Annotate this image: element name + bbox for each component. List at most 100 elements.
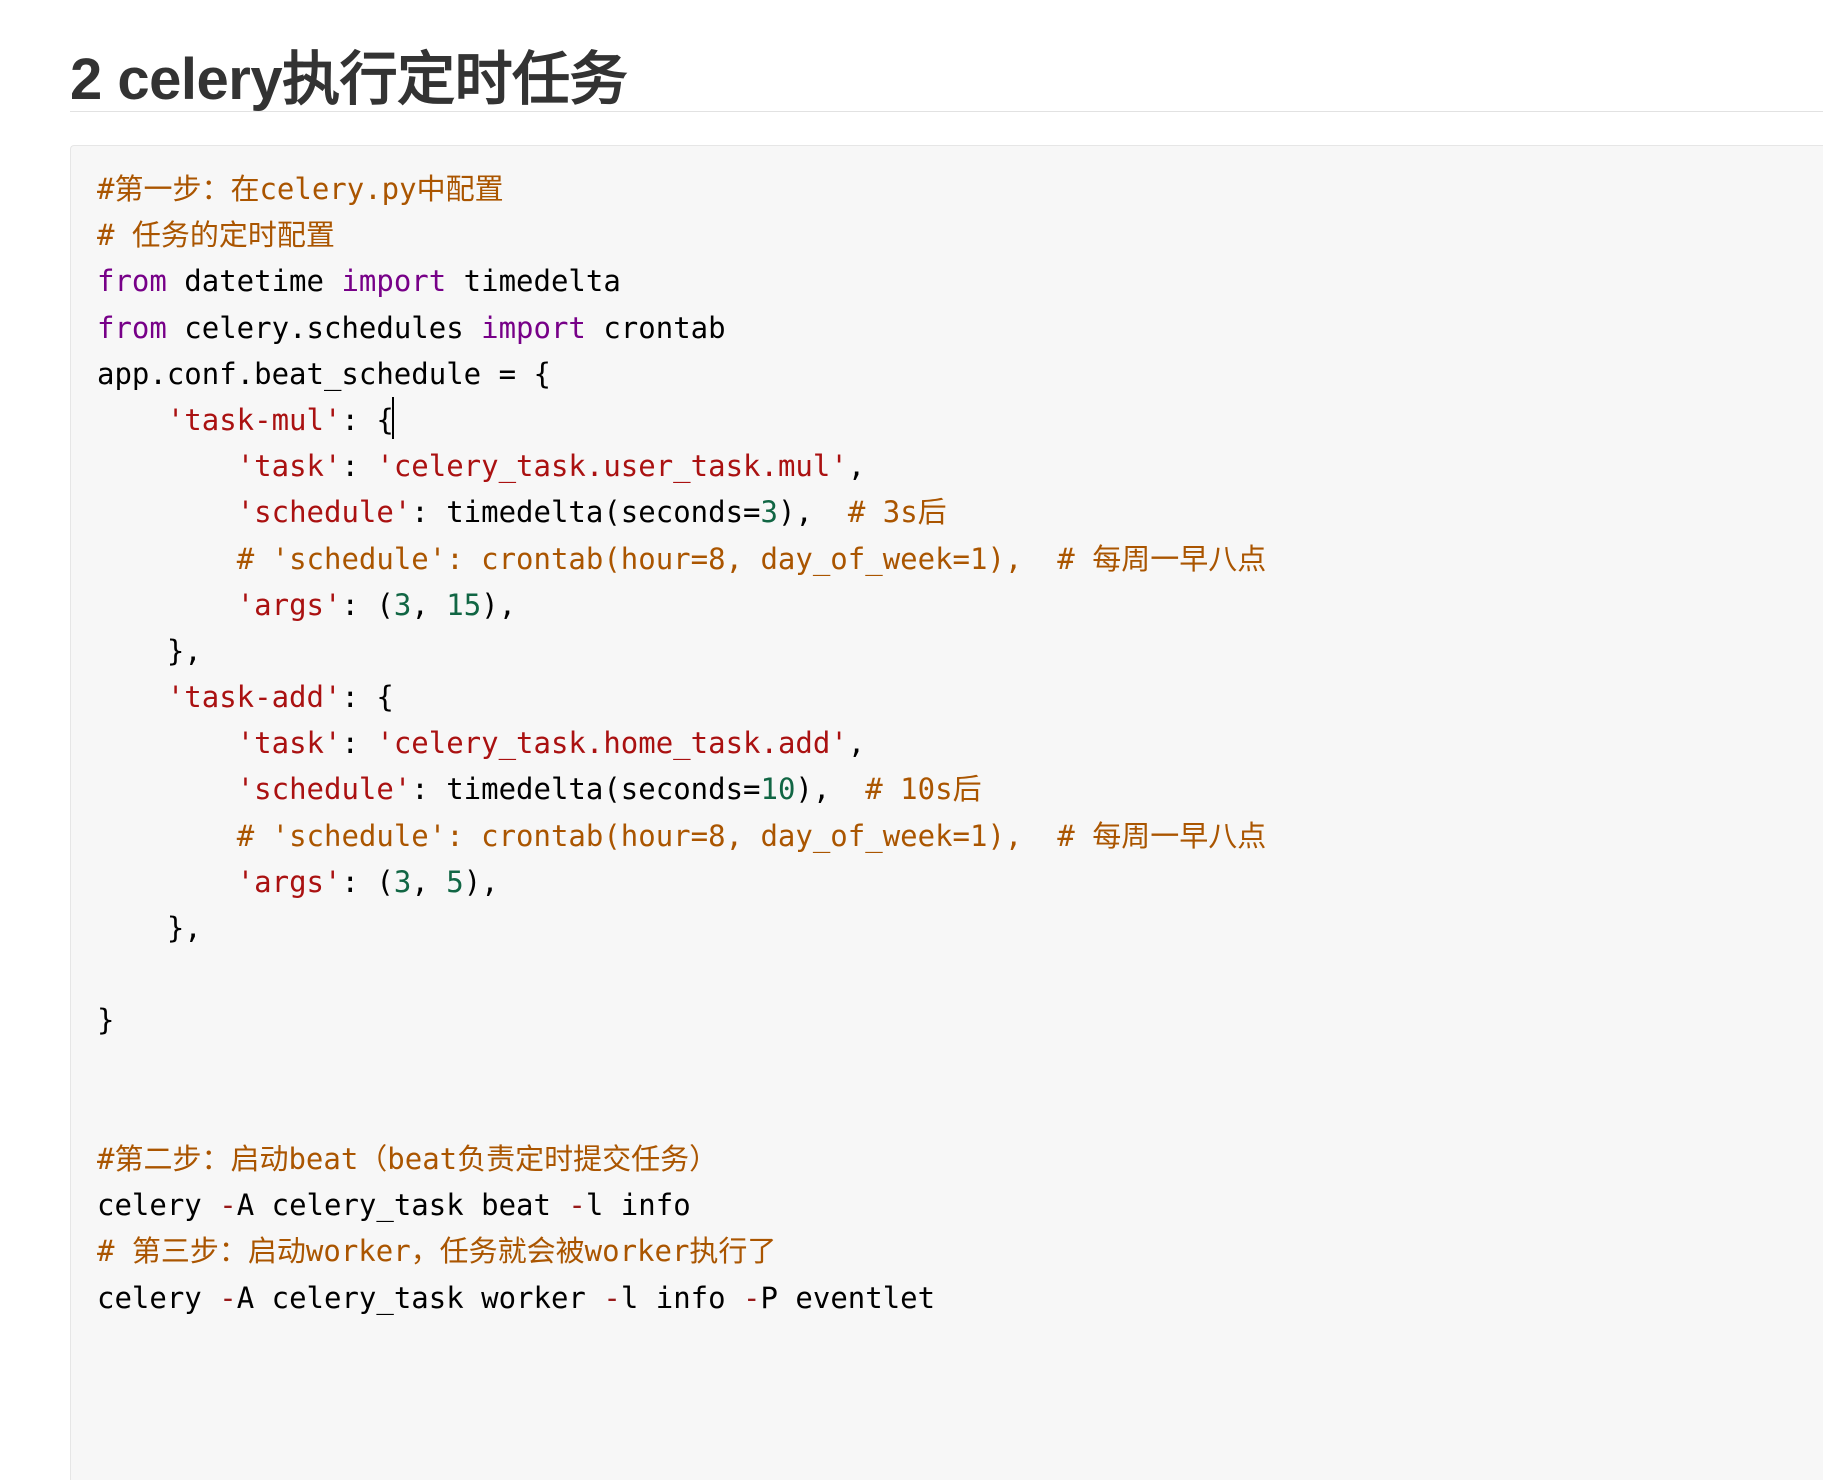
- code-token: crontab: [585, 310, 726, 345]
- code-token: -: [743, 1280, 761, 1315]
- code-token: import: [341, 264, 447, 299]
- code-token: 15: [446, 587, 482, 622]
- code-token: l info: [620, 1280, 744, 1315]
- code-token: : {: [341, 402, 394, 437]
- code-line: }: [97, 997, 1266, 1043]
- code-line: 'task-mul': {: [97, 396, 1266, 443]
- code-token: 'task-mul': [166, 402, 342, 437]
- code-token: 'task': [236, 449, 342, 484]
- code-token: : {: [341, 680, 394, 715]
- code-line: # 第三步：启动worker，任务就会被worker执行了: [97, 1228, 1266, 1274]
- code-line: # 'schedule': crontab(hour=8, day_of_wee…: [97, 536, 1267, 582]
- section-heading: 2 celery执行定时任务: [70, 47, 628, 112]
- code-token: -: [603, 1280, 621, 1315]
- code-token: 'schedule': [236, 495, 412, 530]
- code-line: # 'schedule': crontab(hour=8, day_of_wee…: [97, 813, 1267, 859]
- code-token: -: [219, 1280, 237, 1315]
- code-token: # 3s后: [847, 495, 947, 530]
- code-token: # 10s后: [865, 772, 982, 807]
- code-token: }: [97, 1003, 115, 1038]
- code-token: 3: [393, 864, 412, 899]
- code-token: 'celery_task.home_task.add': [376, 726, 848, 761]
- code-token: ,: [847, 449, 866, 484]
- code-token: ),: [777, 495, 848, 530]
- code-token: ,: [847, 726, 866, 761]
- code-line: # 任务的定时配置: [97, 212, 1266, 258]
- code-line: 'task-add': {: [97, 674, 1266, 720]
- code-line: from celery.schedules import crontab: [97, 305, 1266, 351]
- code-token: 'celery_task.user_task.mul': [376, 449, 848, 484]
- code-token: app.conf.beat_schedule = {: [97, 356, 551, 391]
- code-token: :: [341, 449, 377, 484]
- code-token: # 第三步：启动worker，任务就会被worker执行了: [97, 1234, 777, 1269]
- code-line: #第二步：启动beat（beat负责定时提交任务）: [97, 1136, 1266, 1182]
- code-token: #第二步：启动beat（beat负责定时提交任务）: [97, 1141, 719, 1176]
- code-line: },: [97, 628, 1266, 674]
- code-token: : (: [341, 587, 394, 622]
- code-line: },: [97, 905, 1266, 951]
- code-line: 'schedule': timedelta(seconds=10), # 10s…: [97, 766, 1266, 812]
- code-token: ,: [411, 864, 447, 899]
- code-token: celery: [97, 1188, 220, 1223]
- code-token: 3: [760, 495, 778, 530]
- code-token: from: [97, 310, 167, 345]
- code-token: ),: [481, 587, 517, 622]
- code-line: celery -A celery_task beat -l info: [97, 1182, 1266, 1228]
- code-token: celery.schedules: [166, 310, 482, 345]
- code-token: l info: [585, 1188, 691, 1223]
- code-line: 'task': 'celery_task.user_task.mul',: [97, 443, 1266, 489]
- code-token: },: [97, 911, 202, 945]
- code-token: datetime: [166, 264, 342, 299]
- code-token: ),: [795, 772, 866, 807]
- code-token: 10: [760, 772, 796, 807]
- code-token: 5: [446, 864, 464, 899]
- code-line: 'args': (3, 15),: [97, 582, 1266, 628]
- code-line: from datetime import timedelta: [97, 258, 1266, 304]
- code-line: 'args': (3, 5),: [97, 859, 1266, 905]
- code-token: # 'schedule': crontab(hour=8, day_of_wee…: [236, 541, 1267, 576]
- code-block[interactable]: #第一步：在celery.py中配置 # 任务的定时配置 from datetime…: [70, 145, 1823, 1480]
- code-content[interactable]: #第一步：在celery.py中配置 # 任务的定时配置 from datetime…: [97, 166, 1266, 1321]
- code-line: 'task': 'celery_task.home_task.add',: [97, 720, 1266, 766]
- code-token: 'task': [236, 726, 342, 761]
- code-token: : timedelta(seconds=: [411, 772, 761, 807]
- code-token: A celery_task beat: [236, 1188, 569, 1223]
- code-line: celery -A celery_task worker -l info -P …: [97, 1275, 1266, 1321]
- code-token: import: [481, 310, 586, 345]
- code-token: ),: [463, 864, 499, 899]
- code-token: from: [97, 264, 167, 299]
- code-token: -: [219, 1188, 237, 1223]
- code-token: },: [97, 633, 202, 668]
- code-token: 'schedule': [236, 772, 412, 807]
- code-token: P eventlet: [760, 1280, 936, 1315]
- code-token: # 任务的定时配置: [97, 218, 335, 253]
- code-token: -: [568, 1188, 586, 1223]
- code-token: 'args': [236, 864, 342, 899]
- code-token: timedelta: [446, 264, 621, 299]
- code-token: 'args': [236, 587, 342, 622]
- code-token: ,: [411, 587, 447, 622]
- code-token: A celery_task worker: [236, 1280, 604, 1315]
- code-token: :: [341, 726, 377, 761]
- code-token: celery: [97, 1280, 220, 1315]
- code-token: : timedelta(seconds=: [411, 495, 761, 530]
- text-cursor: [391, 396, 394, 439]
- code-line: #第一步：在celery.py中配置: [97, 166, 1266, 212]
- code-token: # 'schedule': crontab(hour=8, day_of_wee…: [236, 818, 1267, 853]
- code-token: 'task-add': [166, 680, 342, 715]
- code-token: 3: [393, 587, 412, 622]
- code-token: #第一步：在celery.py中配置: [97, 172, 504, 206]
